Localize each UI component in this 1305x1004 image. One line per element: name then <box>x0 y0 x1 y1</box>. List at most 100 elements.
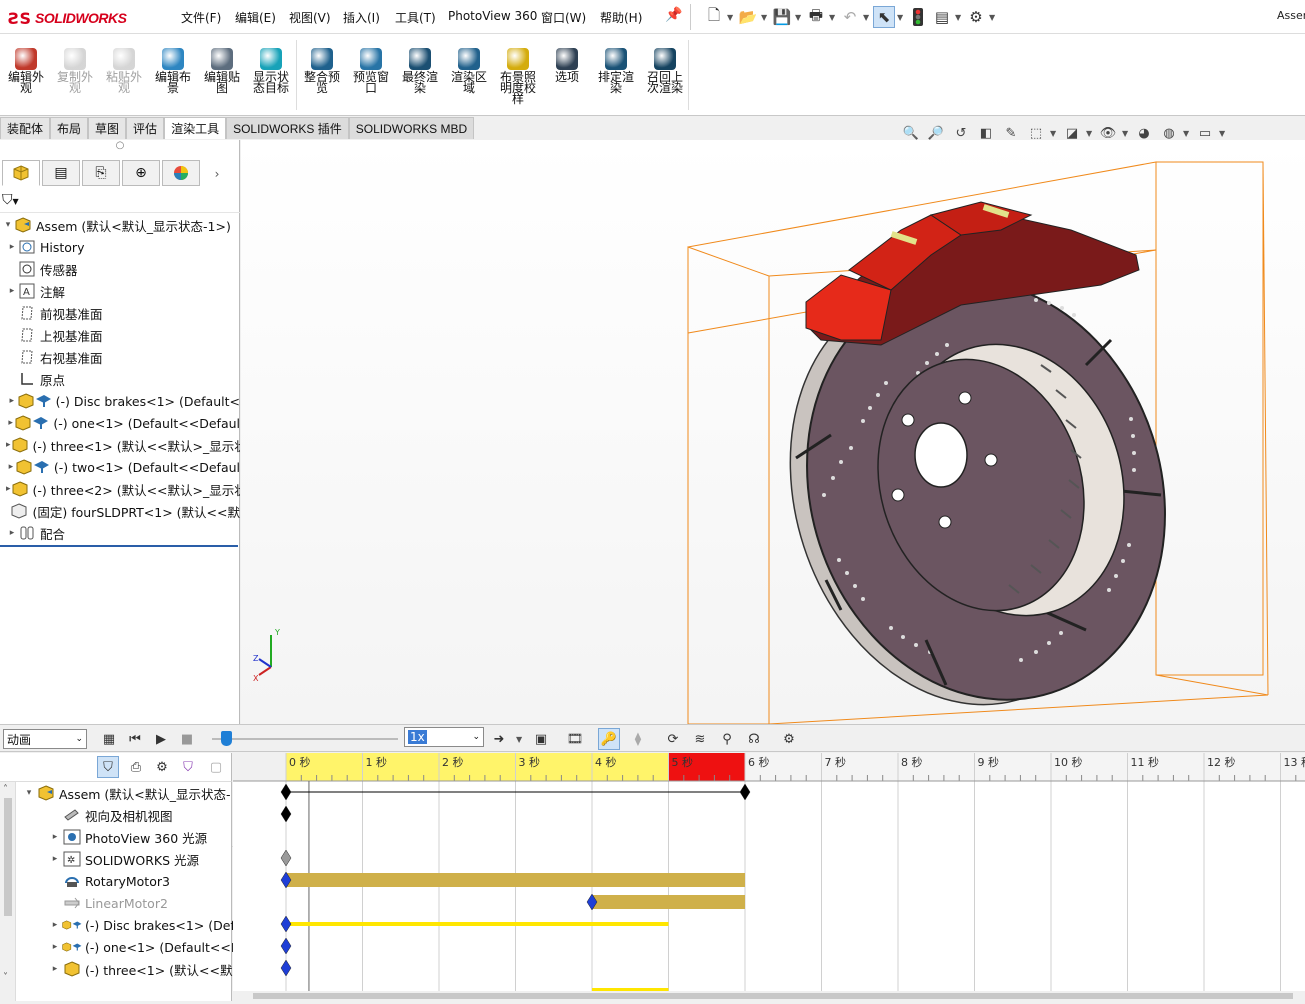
ribbon-button-12[interactable]: 选项 <box>545 48 589 83</box>
expand-chevron-icon[interactable]: ▸ <box>6 528 18 538</box>
expand-chevron-icon[interactable]: ▸ <box>6 462 16 472</box>
chevron-down-icon[interactable]: ▼ <box>516 735 524 744</box>
ribbon-button-10[interactable]: 渲染区 域 <box>447 48 491 94</box>
timeline-area[interactable]: 0 秒1 秒2 秒3 秒4 秒5 秒6 秒7 秒8 秒9 秒10 秒11 秒12… <box>233 753 1305 1001</box>
ribbon-button-13[interactable]: 排定渲 染 <box>594 48 638 94</box>
motion-tree-item[interactable]: ▸PhotoView 360 光源 <box>48 826 207 848</box>
chevron-down-icon[interactable]: ▼ <box>1050 129 1058 138</box>
play-from-start-icon[interactable]: ⏮ <box>124 728 146 750</box>
print-icon[interactable]: 🖶 <box>805 6 827 28</box>
tree-item[interactable]: ▾Assem (默认<默认_显示状态-1>) <box>0 214 240 236</box>
filter-results-icon[interactable]: ⛉ <box>177 756 199 778</box>
expand-chevron-icon[interactable]: ▸ <box>6 396 17 406</box>
motion-tree-item[interactable]: ▸(-) Disc brakes<1> (Defa <box>48 914 243 936</box>
expand-chevron-icon[interactable]: ▾ <box>2 220 14 230</box>
study-type-select[interactable]: 动画⌄ <box>3 729 87 749</box>
motion-tree-item[interactable]: 视向及相机视图 <box>48 804 173 826</box>
expand-chevron-icon[interactable]: ▸ <box>48 854 62 864</box>
file-properties-icon[interactable]: ▤ <box>931 6 953 28</box>
panel-splitter[interactable]: ○ <box>0 140 240 160</box>
filter-selected-icon[interactable]: ⚙ <box>151 756 173 778</box>
expand-chevron-icon[interactable]: ▸ <box>6 418 15 428</box>
expand-chevron-icon[interactable]: ▸ <box>48 942 62 952</box>
playback-slider-track[interactable] <box>212 738 398 740</box>
filter-animated-icon[interactable]: ⛉ <box>97 756 119 778</box>
menu-insert[interactable]: 插入(I) <box>343 9 380 26</box>
chevron-down-icon[interactable]: ▼ <box>897 13 905 22</box>
vertical-scrollbar[interactable]: ˄ ˅ <box>0 782 16 1001</box>
ribbon-button-11[interactable]: 布景照 明度校 样 <box>496 48 540 105</box>
select-pointer-icon[interactable]: ⬉ <box>873 6 895 28</box>
open-document-icon[interactable]: 📂 <box>737 6 759 28</box>
chevron-down-icon[interactable]: ▼ <box>1086 129 1094 138</box>
animation-wizard-icon[interactable]: 🎞 <box>564 728 586 750</box>
ribbon-button-5[interactable]: 编辑贴 图 <box>200 48 244 94</box>
expand-chevron-icon[interactable]: ▸ <box>48 832 62 842</box>
expand-chevron-icon[interactable]: ▸ <box>6 242 18 252</box>
add-key-icon[interactable]: ⧫ <box>627 728 649 750</box>
tree-item[interactable]: 前视基准面 <box>0 302 240 324</box>
solidworks-logo[interactable]: ƧS SOLIDWORKS <box>8 6 154 30</box>
tree-item[interactable]: ▸A注解 <box>0 280 240 302</box>
save-animation-icon[interactable]: ▣ <box>530 728 552 750</box>
tree-item[interactable]: ▸(-) one<1> (Default<<Defaul <box>0 412 240 434</box>
chevron-down-icon[interactable]: ▼ <box>795 13 803 22</box>
menu-help[interactable]: 帮助(H) <box>600 9 642 26</box>
chevron-down-icon[interactable]: ▼ <box>989 13 997 22</box>
playback-slider-thumb[interactable] <box>221 731 232 746</box>
ribbon-button-1[interactable]: 编辑外 观 <box>4 48 48 94</box>
tree-item[interactable]: 原点 <box>0 368 240 390</box>
expand-chevron-icon[interactable]: ▾ <box>22 788 36 798</box>
expand-chevron-icon[interactable]: ▸ <box>6 286 18 296</box>
timeline-chart[interactable]: 0 秒1 秒2 秒3 秒4 秒5 秒6 秒7 秒8 秒9 秒10 秒11 秒12… <box>233 753 1305 1001</box>
scroll-down-icon[interactable]: ˅ <box>3 972 8 983</box>
rollback-bar[interactable] <box>0 545 238 547</box>
ribbon-button-7[interactable]: 整合预 览 <box>300 48 344 94</box>
expand-chevron-icon[interactable]: ▸ <box>48 964 62 974</box>
study-properties-gear-icon[interactable]: ⚙ <box>778 728 800 750</box>
tree-item[interactable]: ▸配合 <box>0 522 240 544</box>
chevron-down-icon[interactable]: ▼ <box>1219 129 1227 138</box>
motion-tree-item[interactable]: ▸(-) three<1> (默认<<默认 <box>48 958 245 980</box>
ribbon-button-6[interactable]: 显示状 态目标 <box>249 48 293 94</box>
collapse-all-icon[interactable]: ▢ <box>205 756 227 778</box>
pin-icon[interactable]: 📌 <box>665 7 682 23</box>
graphics-area[interactable]: YXZ <box>241 140 1305 724</box>
ribbon-button-14[interactable]: 召回上 次渲染 <box>643 48 687 94</box>
tree-item[interactable]: (固定) fourSLDPRT<1> (默认<<默 <box>0 500 240 522</box>
spring-icon[interactable]: ≋ <box>689 728 711 750</box>
chevron-right-icon[interactable]: › <box>202 160 232 188</box>
expand-chevron-icon[interactable]: ▸ <box>48 920 62 930</box>
gravity-icon[interactable]: ⚲ <box>716 728 738 750</box>
motion-tree-item[interactable]: ▾Assem (默认<默认_显示状态- <box>22 782 231 804</box>
ribbon-button-4[interactable]: 编辑布 景 <box>151 48 195 94</box>
tree-item[interactable]: 上视基准面 <box>0 324 240 346</box>
tab-4[interactable]: 评估 <box>126 117 164 139</box>
save-icon[interactable]: 💾 <box>771 6 793 28</box>
chevron-down-icon[interactable]: ▼ <box>863 13 871 22</box>
display-manager-tab[interactable] <box>162 160 200 186</box>
menu-file[interactable]: 文件(F) <box>181 9 221 26</box>
filter-icon[interactable]: ⛉▼ <box>2 192 19 212</box>
contact-icon[interactable]: ☊ <box>743 728 765 750</box>
motion-tree-item[interactable]: ▸✲SOLIDWORKS 光源 <box>48 848 199 870</box>
motion-tree-item[interactable]: RotaryMotor3 <box>48 870 170 892</box>
ribbon-button-2[interactable]: 复制外 观 <box>53 48 97 94</box>
chevron-down-icon[interactable]: ▼ <box>761 13 769 22</box>
tree-item[interactable]: ▸(-) three<2> (默认<<默认>_显示状 <box>0 478 240 500</box>
new-document-icon[interactable]: 🗋 <box>703 6 725 28</box>
menu-photoview[interactable]: PhotoView 360 <box>448 9 537 23</box>
tab-7[interactable]: SOLIDWORKS MBD <box>349 117 474 139</box>
playback-speed-select[interactable]: 1x⌄ <box>404 727 484 747</box>
motion-tree-item[interactable]: ▸(-) one<1> (Default<<D <box>48 936 241 958</box>
property-manager-tab[interactable]: ▤ <box>42 160 80 186</box>
tab-1[interactable]: 装配体 <box>0 117 50 139</box>
ribbon-button-8[interactable]: 预览窗 口 <box>349 48 393 94</box>
tree-item[interactable]: ▸(-) three<1> (默认<<默认>_显示状 <box>0 434 240 456</box>
autokey-icon[interactable]: 🔑 <box>598 728 620 750</box>
tree-item[interactable]: ▸(-) two<1> (Default<<Defaul <box>0 456 240 478</box>
ribbon-button-9[interactable]: 最终渲 染 <box>398 48 442 94</box>
chevron-down-icon[interactable]: ▼ <box>955 13 963 22</box>
chevron-down-icon[interactable]: ▼ <box>727 13 735 22</box>
motion-tree-item[interactable]: LinearMotor2 <box>48 892 168 914</box>
